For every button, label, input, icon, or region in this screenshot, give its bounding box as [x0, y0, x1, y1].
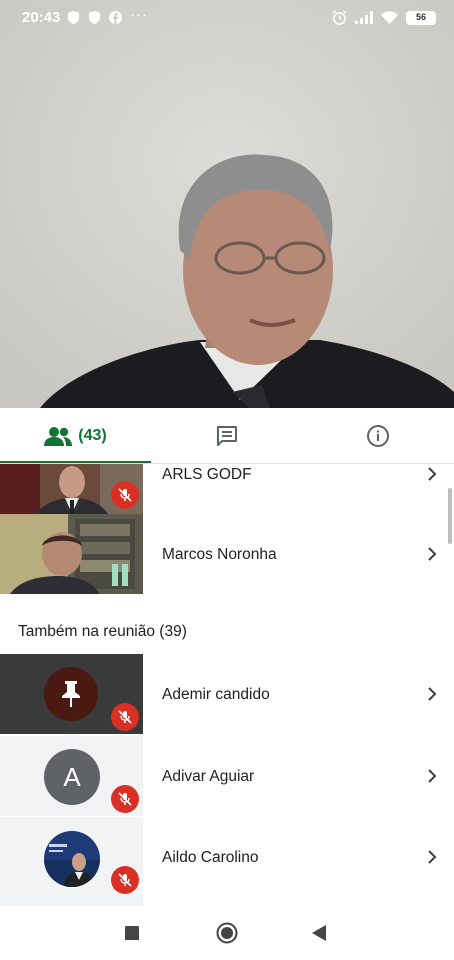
battery-icon: 56	[406, 10, 436, 25]
participant-name: Adivar Aguiar	[162, 768, 255, 785]
participant-avatar-tile: A	[0, 736, 143, 816]
chevron-right-icon[interactable]	[426, 850, 438, 864]
participant-list[interactable]: ARLS GODF Marcos Noronha Ademir candido …	[0, 464, 454, 906]
info-icon	[367, 425, 389, 447]
participant-row[interactable]: Aildo Carolino	[0, 817, 454, 906]
participant-video-thumbnail	[0, 514, 143, 594]
participant-name: Marcos Noronha	[162, 546, 277, 563]
participant-avatar-tile	[0, 654, 143, 734]
muted-mic-icon	[111, 703, 139, 731]
main-video-feed[interactable]	[0, 0, 454, 408]
participant-avatar-tile	[0, 817, 143, 906]
chevron-right-icon[interactable]	[426, 769, 438, 783]
pin-icon	[62, 681, 80, 707]
participant-row[interactable]: A Adivar Aguiar	[0, 736, 454, 816]
muted-mic-icon	[111, 481, 139, 509]
participant-name: Aildo Carolino	[162, 849, 259, 866]
avatar	[44, 831, 100, 887]
participant-count: (43)	[78, 427, 107, 444]
avatar	[44, 667, 98, 721]
system-nav-bar	[0, 906, 454, 960]
participant-row[interactable]: Marcos Noronha	[0, 514, 454, 594]
tab-info[interactable]	[302, 408, 454, 464]
more-dots-icon: ···	[130, 6, 148, 23]
scrollbar[interactable]	[448, 488, 452, 544]
avatar: A	[44, 749, 100, 805]
tab-chat[interactable]	[151, 408, 302, 464]
alarm-icon	[332, 10, 347, 25]
chevron-right-icon[interactable]	[426, 687, 438, 701]
participant-row[interactable]: Ademir candido	[0, 654, 454, 734]
chat-icon	[216, 426, 237, 446]
also-in-meeting-header: Também na reunião (39)	[18, 623, 187, 640]
signal-icon	[355, 11, 373, 24]
shield-icon	[88, 11, 101, 24]
status-bar: 20:43 ··· 56	[0, 0, 454, 36]
speaker-video-image	[0, 0, 454, 408]
chevron-right-icon[interactable]	[426, 547, 438, 561]
status-time: 20:43	[22, 9, 61, 26]
chevron-right-icon[interactable]	[426, 467, 438, 481]
wifi-icon	[381, 11, 398, 24]
facebook-icon	[109, 11, 122, 24]
participant-name: ARLS GODF	[162, 466, 252, 483]
tab-people[interactable]: (43)	[0, 408, 151, 464]
participant-video-thumbnail	[0, 464, 143, 514]
participant-row[interactable]: ARLS GODF	[0, 464, 454, 514]
home-circle-icon[interactable]	[216, 922, 238, 944]
shield-icon	[67, 11, 80, 24]
recents-square-icon[interactable]	[125, 926, 139, 940]
participant-name: Ademir candido	[162, 686, 270, 703]
muted-mic-icon	[111, 866, 139, 894]
people-icon	[44, 427, 73, 446]
back-triangle-icon[interactable]	[312, 925, 326, 941]
muted-mic-icon	[111, 785, 139, 813]
tab-bar: (43)	[0, 408, 454, 464]
